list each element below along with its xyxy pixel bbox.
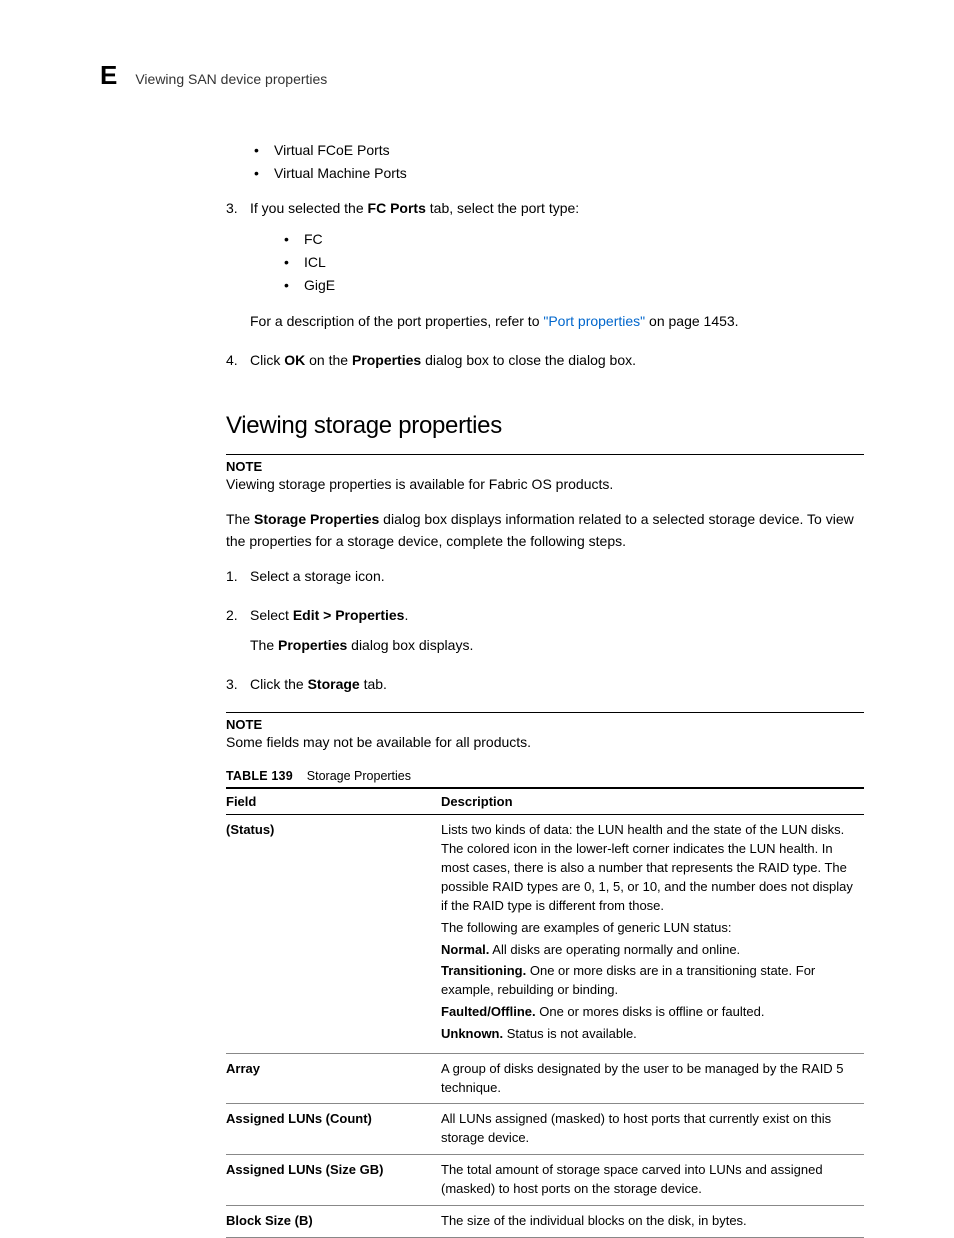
table-caption: TABLE 139 Storage Properties (226, 769, 864, 783)
step-3b: 3. Click the Storage tab. (226, 673, 864, 704)
list-item: ICL (280, 251, 864, 274)
header-title: Viewing SAN device properties (135, 71, 327, 87)
page-header: E Viewing SAN device properties (100, 60, 864, 91)
table-row: Assigned LUNs (Count) All LUNs assigned … (226, 1104, 864, 1155)
step-4: 4. Click OK on the Properties dialog box… (226, 349, 864, 380)
appendix-letter: E (100, 60, 117, 91)
step-1: 1. Select a storage icon. (226, 565, 864, 596)
table-row: Assigned LUNs (Size GB) The total amount… (226, 1155, 864, 1206)
list-item: GigE (280, 274, 864, 297)
link-port-properties[interactable]: "Port properties" (543, 313, 645, 329)
step-text: If you selected the FC Ports tab, select… (250, 197, 864, 220)
page-content: Virtual FCoE Ports Virtual Machine Ports… (226, 139, 864, 1238)
list-item: Virtual FCoE Ports (250, 139, 864, 162)
note-1: NOTE Viewing storage properties is avail… (226, 454, 864, 496)
step-2: 2. Select Edit > Properties. The Propert… (226, 604, 864, 665)
bullet-list-top: Virtual FCoE Ports Virtual Machine Ports (250, 139, 864, 185)
table-row: Block Size (B) The size of the individua… (226, 1205, 864, 1237)
note-label: NOTE (226, 717, 864, 732)
intro-paragraph: The Storage Properties dialog box displa… (226, 509, 864, 552)
section-heading: Viewing storage properties (226, 412, 864, 440)
note-text: Some fields may not be available for all… (226, 732, 864, 754)
note-label: NOTE (226, 459, 864, 474)
storage-properties-table: Field Description (Status) Lists two kin… (226, 787, 864, 1237)
list-item: FC (280, 228, 864, 251)
table-row: Array A group of disks designated by the… (226, 1053, 864, 1104)
bullet-list-fc: FC ICL GigE (280, 228, 864, 297)
step-number: 3. (226, 197, 250, 340)
note-text: Viewing storage properties is available … (226, 474, 864, 496)
note-2: NOTE Some fields may not be available fo… (226, 712, 864, 754)
step-text: Click OK on the Properties dialog box to… (250, 349, 864, 372)
step-ref: For a description of the port properties… (250, 310, 864, 333)
list-item: Virtual Machine Ports (250, 162, 864, 185)
table-row: (Status) Lists two kinds of data: the LU… (226, 815, 864, 1053)
step-number: 4. (226, 349, 250, 380)
th-field: Field (226, 788, 441, 815)
step-3: 3. If you selected the FC Ports tab, sel… (226, 197, 864, 340)
th-desc: Description (441, 788, 864, 815)
